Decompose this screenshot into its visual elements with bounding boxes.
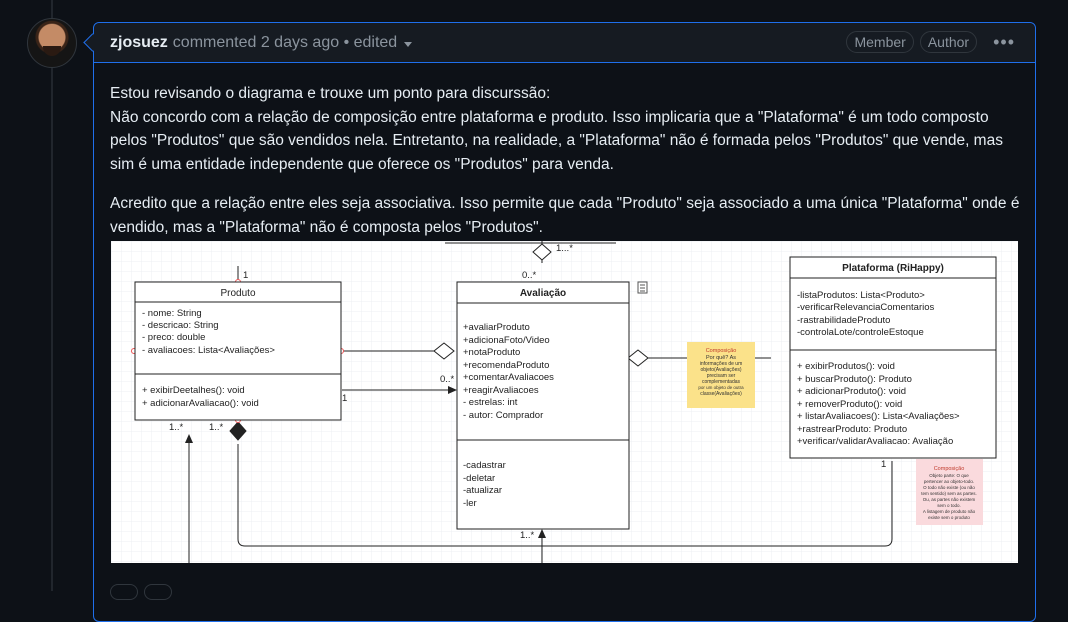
multiplicity-label: 1 [243, 270, 248, 281]
avaliacao-attr: +recomendaProduto [463, 360, 549, 371]
plataforma-attr: -listaProdutos: Lista<Produto> [797, 290, 925, 301]
reaction-button[interactable] [144, 584, 172, 600]
comment-paragraph: Estou revisando o diagrama e trouxe um p… [110, 82, 1020, 176]
multiplicity-label: 0..* [440, 374, 455, 385]
sticky-note-pink: Composição Objeto parte: O que pertencer… [916, 459, 983, 525]
avaliacao-attr: - estrelas: int [463, 397, 518, 408]
comment-line-intro: Estou revisando o diagrama e trouxe um p… [110, 85, 551, 102]
produto-attr: - descricao: String [142, 320, 219, 331]
avaliacao-method: -deletar [463, 473, 495, 484]
author-badge: Author [919, 31, 978, 53]
kebab-menu-icon[interactable]: ••• [993, 32, 1015, 53]
note-pink-line: pertencer ao objeto-todo. [924, 479, 974, 484]
produto-attr: - avaliacoes: Lista<Avaliações> [142, 345, 275, 356]
note-yellow-title: Composição [706, 348, 737, 354]
avaliacao-attr: +reagirAvaliacoes [463, 385, 539, 396]
document-icon [637, 281, 648, 294]
uml-class-plataforma: Plataforma (RiHappy) -listaProdutos: Lis… [789, 256, 997, 459]
plataforma-title: Plataforma (RiHappy) [842, 263, 944, 274]
comment-body: Estou revisando o diagrama e trouxe um p… [110, 82, 1020, 255]
note-pink-line: sem o todo. [937, 503, 961, 508]
avaliacao-method: -atualizar [463, 485, 502, 496]
add-reaction-button[interactable] [110, 584, 138, 600]
note-pink-line: A listagem de produto não [923, 509, 976, 514]
note-pink-line: O todo não existe (ou não [923, 485, 975, 490]
note-pink-line: existe sem o produto [928, 515, 970, 520]
note-pink-line: Objeto parte: O que [929, 473, 969, 478]
plataforma-attr: -verificarRelevanciaComentarios [797, 302, 935, 313]
multiplicity-label: 1..* [169, 422, 184, 433]
multiplicity-label: 1..* [209, 422, 224, 433]
chevron-down-icon[interactable] [404, 41, 413, 47]
plataforma-method: + listarAvaliacoes(): Lista<Avaliações> [797, 411, 960, 422]
plataforma-method: + adicionarProduto(): void [797, 386, 906, 397]
uml-class-produto: Produto - nome: String - descricao: Stri… [134, 281, 342, 421]
produto-title: Produto [220, 288, 255, 299]
produto-attr: - nome: String [142, 308, 202, 319]
multiplicity-label: 1 [342, 393, 347, 404]
produto-method: + adicionarAvaliacao(): void [142, 398, 259, 409]
plataforma-method: + buscarProduto(): Produto [797, 374, 912, 385]
avaliacao-attr: +adicionaFoto/Video [463, 335, 550, 346]
avatar-beard [43, 46, 61, 56]
plataforma-attr: -rastrabilidadeProduto [797, 315, 890, 326]
multiplicity-label: 1 [881, 459, 886, 470]
comment-header: zjosuez commented 2 days ago • edited Me… [94, 23, 1035, 63]
avatar[interactable] [27, 18, 77, 68]
multiplicity-label: 1..* [520, 530, 535, 541]
badges: Member Author ••• [846, 31, 1015, 53]
multiplicity-label: 0..* [522, 270, 537, 281]
note-pink-line: tem sentido) sem as partes. [921, 491, 977, 496]
note-yellow-line: classe(Avaliações) [700, 391, 742, 397]
avaliacao-method: -cadastrar [463, 460, 506, 471]
avaliacao-attr: +avaliarProduto [463, 322, 530, 333]
avaliacao-attr: +comentarAvaliacoes [463, 372, 554, 383]
note-yellow-line: por um objeto de outra [698, 385, 744, 390]
plataforma-method: +verificar/validarAvaliacao: Avaliação [797, 436, 953, 447]
comment-meta[interactable]: commented 2 days ago • edited [173, 34, 397, 52]
plataforma-attr: -controlaLote/controleEstoque [797, 327, 924, 338]
multiplicity-label: 1...* [556, 243, 573, 254]
produto-method: + exibirDeetalhes(): void [142, 385, 245, 396]
avaliacao-attr: - autor: Comprador [463, 410, 543, 421]
comment-paragraph-proposal: Acredito que a relação entre eles seja a… [110, 195, 1020, 236]
uml-diagram-image: Produto - nome: String - descricao: Stri… [111, 241, 1018, 563]
member-badge: Member [846, 31, 914, 53]
comment-line-disagreement: Não concordo com a relação de composição… [110, 108, 1003, 173]
avaliacao-method: -ler [463, 498, 477, 509]
uml-diagram-svg: Produto - nome: String - descricao: Stri… [111, 241, 1018, 563]
uml-class-avaliacao: Avaliação +avaliarProduto +adicionaFoto/… [456, 281, 630, 530]
plataforma-method: + removerProduto(): void [797, 399, 902, 410]
plataforma-method: + exibirProdutos(): void [797, 361, 895, 372]
produto-attr: - preco: double [142, 332, 205, 343]
note-pink-title: Composição [934, 466, 965, 472]
avaliacao-title: Avaliação [520, 288, 566, 299]
note-pink-line: Ou, as partes não existem [923, 497, 976, 502]
comment-author[interactable]: zjosuez [110, 34, 168, 52]
sticky-note-yellow: Composição Por quê? As informações de um… [687, 342, 755, 408]
timeline-line [51, 0, 53, 591]
plataforma-method: +rastrearProduto: Produto [797, 424, 907, 435]
reaction-bar [110, 584, 178, 605]
avaliacao-attr: +notaProduto [463, 347, 520, 358]
